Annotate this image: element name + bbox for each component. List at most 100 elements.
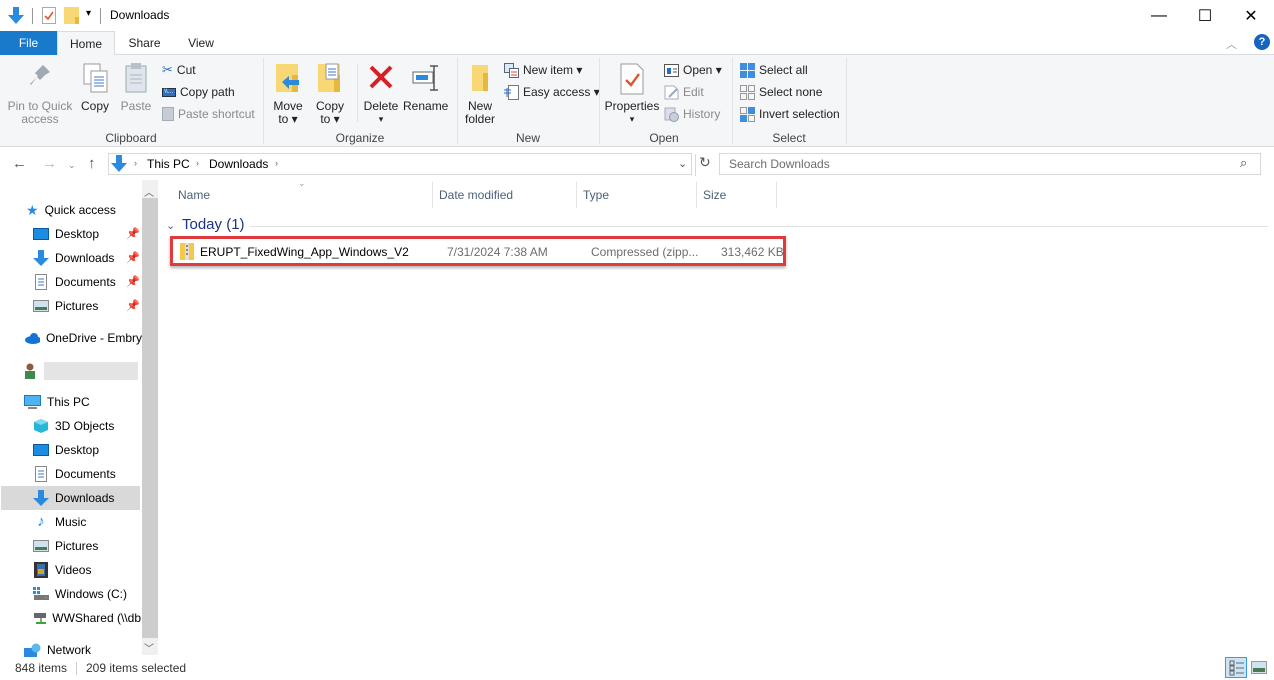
nav-music[interactable]: ♪ Music [33,510,86,534]
column-header-size[interactable]: Size [703,186,726,204]
copy-icon [83,63,108,93]
delete-button[interactable]: Delete ▾ [362,63,400,126]
downloads-arrow-icon[interactable] [8,7,24,24]
select-none-button[interactable]: Select none [740,83,822,101]
minimize-button[interactable]: — [1136,0,1182,31]
edit-button[interactable]: Edit [664,83,704,101]
tab-home[interactable]: Home [57,31,115,56]
nav-3d-objects[interactable]: 3D Objects [33,414,114,438]
cut-button[interactable]: ✂ Cut [162,61,196,79]
paste-button[interactable]: Paste [118,63,154,113]
nav-scrollbar-thumb[interactable] [142,198,158,638]
rename-button[interactable]: Rename [403,63,448,113]
copy-path-button[interactable]: \\… Copy path [162,83,235,101]
scroll-up-icon[interactable]: ︿ [144,184,154,199]
pictures-icon [33,540,49,552]
properties-icon[interactable] [42,7,56,24]
network-drive-icon [34,613,47,624]
paste-icon [125,63,147,93]
nav-pictures[interactable]: Pictures [33,534,98,558]
pin-to-quick-access-button[interactable]: Pin to Quick access [4,63,76,126]
group-header-today[interactable]: Today (1) [182,216,245,233]
up-button[interactable]: ↑ [88,155,96,172]
large-icons-view-icon [1253,668,1265,672]
pin-icon: 📌 [126,276,140,288]
column-divider[interactable] [776,182,777,208]
invert-selection-icon [740,106,755,122]
maximize-button[interactable]: ☐ [1182,0,1228,31]
forward-button[interactable]: → [42,155,57,172]
new-folder-button[interactable]: New folder [460,63,500,126]
3d-objects-icon [34,419,48,433]
tab-share[interactable]: Share [117,31,172,55]
pictures-icon [33,300,49,312]
recent-locations-icon[interactable]: ⌄ [68,160,76,171]
nav-windows-c[interactable]: Windows (C:) [33,582,127,606]
scroll-down-icon[interactable]: ﹀ [144,640,154,655]
properties-button[interactable]: Properties ▾ [603,63,661,126]
select-all-button[interactable]: Select all [740,61,808,79]
copy-to-button[interactable]: Copy to ▾ [312,63,348,126]
column-divider[interactable] [576,182,577,208]
refresh-icon[interactable]: ↻ [695,154,711,176]
breadcrumb-downloads[interactable]: Downloads [209,157,268,171]
selected-count: 209 items selected [86,661,187,675]
customize-dropdown-icon[interactable]: ▾ [86,8,91,19]
select-all-icon [740,62,755,78]
copy-button[interactable]: Copy [78,63,112,113]
nav-documents[interactable]: Documents [33,462,116,486]
paste-shortcut-button[interactable]: Paste shortcut [162,105,255,123]
documents-icon [35,274,47,290]
nav-desktop[interactable]: Desktop [33,438,99,462]
nav-onedrive[interactable]: OneDrive - Embry [24,326,142,350]
history-button[interactable]: History [664,105,720,123]
new-item-icon [504,62,519,78]
breadcrumb-separator[interactable]: › [275,158,278,168]
nav-videos[interactable]: Videos [33,558,91,582]
nav-quick-pictures[interactable]: Pictures 📌 [33,294,141,318]
delete-icon [369,65,393,89]
nav-quick-desktop[interactable]: Desktop 📌 [33,222,141,246]
column-header-type[interactable]: Type [583,186,609,204]
column-header-name[interactable]: Name [178,186,210,204]
copy-path-icon: \\… [162,87,176,97]
search-icon[interactable]: ⌕ [1240,155,1247,171]
user-icon [25,363,35,379]
status-divider [76,662,77,675]
back-button[interactable]: ← [12,155,27,172]
nav-this-pc[interactable]: This PC [24,390,90,414]
invert-selection-button[interactable]: Invert selection [740,105,840,123]
nav-quick-access[interactable]: ★ Quick access [26,198,116,222]
nav-quick-downloads[interactable]: Downloads 📌 [33,246,141,270]
drive-icon [33,587,49,600]
new-folder-icon[interactable] [64,7,79,24]
breadcrumb-separator[interactable]: › [196,158,199,168]
nav-user[interactable] [24,359,142,383]
address-dropdown-icon[interactable]: ⌄ [678,157,687,170]
help-icon[interactable]: ? [1254,34,1270,50]
collapse-ribbon-icon[interactable]: ︿ [1226,36,1237,52]
documents-icon [35,466,47,482]
new-item-button[interactable]: New item ▾ [504,61,582,79]
nav-downloads[interactable]: Downloads [1,486,140,510]
search-input[interactable]: Search Downloads [719,153,1261,175]
open-button[interactable]: Open ▾ [664,61,722,79]
properties-icon [620,63,644,95]
details-view-button[interactable] [1225,657,1247,678]
breadcrumb-separator[interactable]: › [134,158,137,168]
group-collapse-icon[interactable]: ⌄ [166,219,175,232]
column-divider[interactable] [696,182,697,208]
tab-view[interactable]: View [174,31,228,55]
large-icons-view-button[interactable] [1251,661,1267,674]
highlight-box [170,236,786,266]
easy-access-button[interactable]: Easy access ▾ [504,83,600,101]
window-title: Downloads [110,8,170,22]
nav-quick-documents[interactable]: Documents 📌 [33,270,141,294]
column-header-date[interactable]: Date modified [439,186,513,204]
tab-file[interactable]: File [0,31,57,55]
breadcrumb-this-pc[interactable]: This PC [147,157,190,171]
column-divider[interactable] [432,182,433,208]
close-button[interactable]: ✕ [1228,0,1274,31]
move-to-button[interactable]: Move to ▾ [270,63,306,126]
nav-wwshared[interactable]: WWShared (\\db [33,606,141,630]
